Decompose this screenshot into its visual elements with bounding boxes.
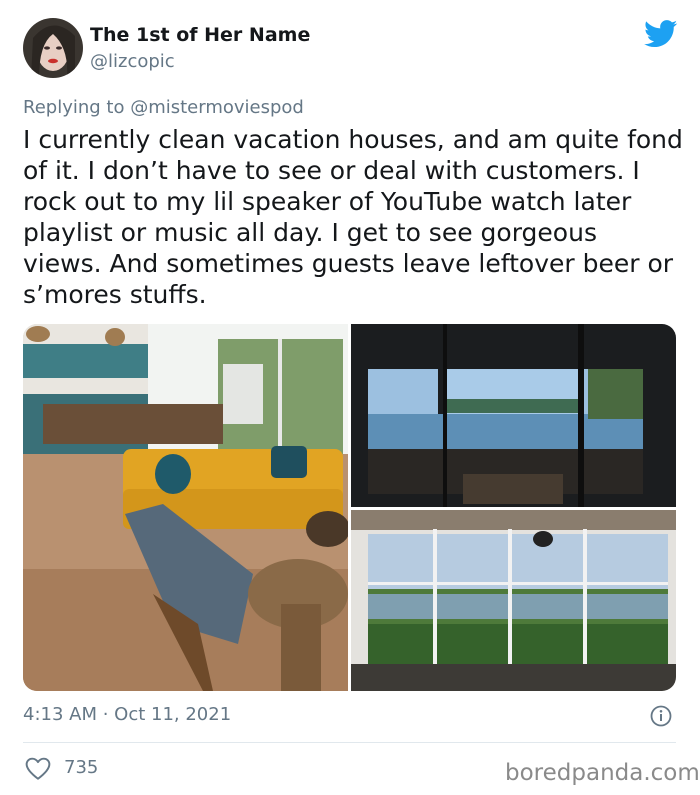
user-handle[interactable]: @lizcopic [90, 51, 175, 72]
timestamp[interactable]: 4:13 AM · Oct 11, 2021 [23, 704, 231, 725]
watermark: boredpanda.com [505, 760, 700, 786]
avatar[interactable] [23, 18, 83, 78]
tweet-text: I currently clean vacation houses, and a… [23, 125, 683, 309]
tweet-photo-grid[interactable] [23, 324, 676, 691]
photo-living-room[interactable] [23, 324, 350, 691]
divider [23, 742, 676, 743]
like-count: 735 [64, 757, 99, 778]
photo-forest-windows[interactable] [351, 510, 676, 691]
twitter-bird-icon [644, 20, 678, 48]
photo-lake-view[interactable] [351, 324, 676, 507]
info-icon[interactable] [650, 705, 672, 727]
replying-to[interactable]: Replying to @mistermoviespod [23, 97, 304, 118]
display-name[interactable]: The 1st of Her Name [90, 24, 310, 46]
heart-icon[interactable] [25, 757, 51, 781]
